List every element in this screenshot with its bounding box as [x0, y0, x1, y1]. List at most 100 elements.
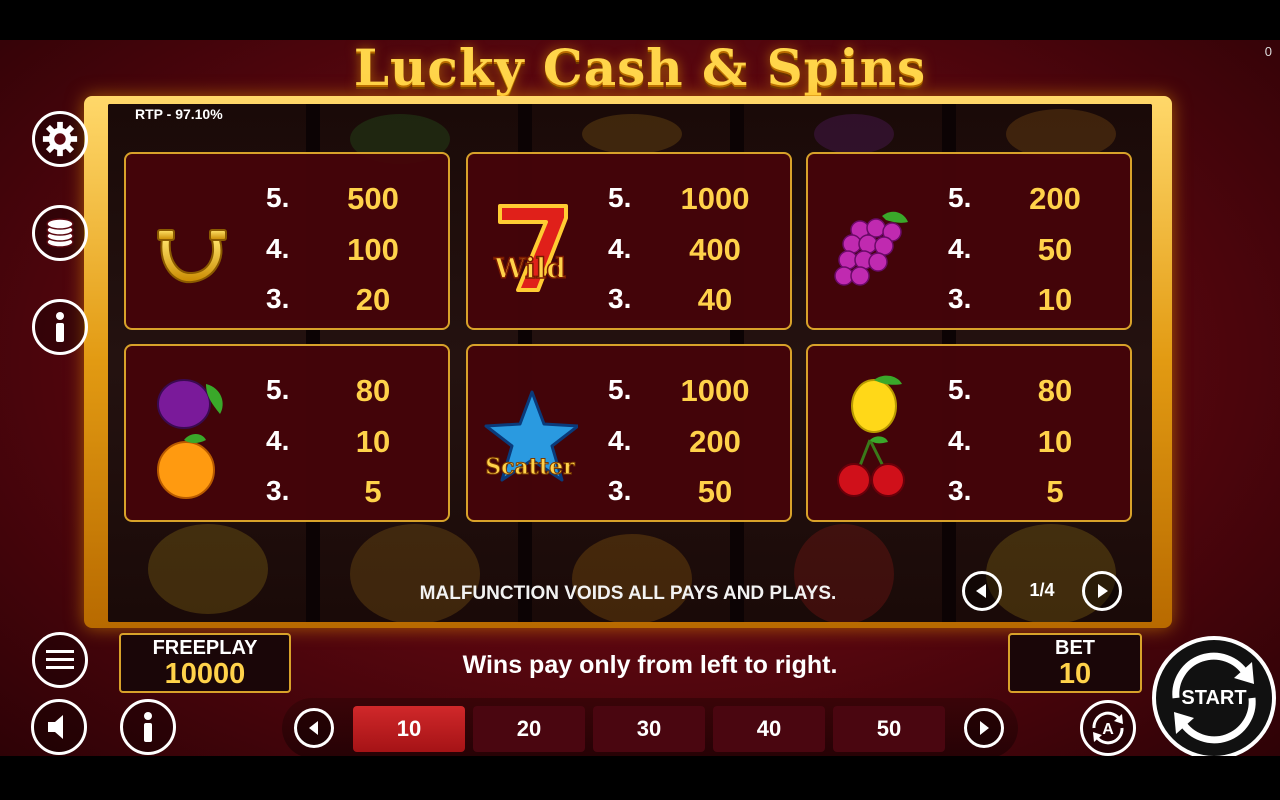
pay-count: 3. — [266, 475, 290, 506]
pay-amount: 80 — [1037, 373, 1073, 408]
bet-option-30[interactable]: 30 — [593, 706, 705, 752]
reel-symbol-ghost — [794, 524, 894, 622]
bet-option-50[interactable]: 50 — [833, 706, 945, 752]
prev-page-button[interactable] — [962, 571, 1002, 611]
pay-row: 5. 80 — [266, 368, 426, 408]
pay-row: 3. 10 — [948, 277, 1108, 317]
pay-amount: 10 — [355, 424, 391, 459]
pay-count: 3. — [948, 475, 972, 506]
triangle-left-icon — [976, 584, 986, 598]
triangle-right-icon — [1098, 584, 1108, 598]
pay-count: 4. — [266, 425, 290, 456]
freeplay-label: FREEPLAY — [152, 637, 258, 659]
pay-amount: 500 — [347, 181, 399, 216]
paytable-box-wild: Wild 5. 1000 4. 400 3. 40 — [466, 152, 792, 330]
pay-row: 5. 500 — [266, 176, 426, 216]
pay-amount: 100 — [347, 232, 399, 267]
pay-row: 3. 5 — [948, 469, 1108, 509]
pay-amount: 80 — [355, 373, 391, 408]
pay-row: 4. 200 — [608, 419, 768, 459]
pay-row: 3. 50 — [608, 469, 768, 509]
paytable-box-plum-orange: 5. 80 4. 10 3. 5 — [124, 344, 450, 522]
coin-stack-icon — [46, 218, 74, 248]
start-label: START — [1181, 687, 1247, 709]
gear-icon — [42, 121, 78, 157]
pay-amount: 200 — [689, 424, 741, 459]
svg-text:A: A — [1102, 721, 1114, 738]
pay-row: 3. 20 — [266, 277, 426, 317]
pay-amount: 1000 — [680, 181, 750, 216]
wild-text: Wild — [493, 252, 566, 285]
pay-row: 3. 5 — [266, 469, 426, 509]
pay-count: 5. — [608, 374, 632, 405]
pay-count: 4. — [948, 425, 972, 456]
game-info-button[interactable] — [120, 699, 176, 755]
info-button[interactable] — [32, 299, 88, 355]
bet-label: BET — [1055, 637, 1095, 659]
paytable-box-scatter: Scatter 5. 1000 4. 200 3. 50 — [466, 344, 792, 522]
pay-count: 4. — [266, 233, 290, 264]
pay-count: 3. — [948, 283, 972, 314]
lemon-cherries-icon — [837, 375, 905, 497]
settings-button[interactable] — [32, 111, 88, 167]
scatter-text: Scatter — [485, 454, 575, 480]
bet-value: 10 — [1058, 658, 1092, 690]
pay-amount: 10 — [1037, 282, 1073, 317]
pay-amount: 200 — [1029, 181, 1081, 216]
bet-prev-button[interactable] — [294, 708, 334, 748]
pay-count: 3. — [266, 283, 290, 314]
coins-button[interactable] — [32, 205, 88, 261]
pay-row: 4. 10 — [266, 419, 426, 459]
menu-button[interactable] — [32, 632, 88, 688]
info-icon — [144, 712, 152, 742]
page-indicator: 1/4 — [1029, 580, 1055, 600]
paytable-box-horseshoe: 5. 500 4. 100 3. 20 — [124, 152, 450, 330]
pay-count: 4. — [948, 233, 972, 264]
pay-row: 3. 40 — [608, 277, 768, 317]
triangle-right-icon — [980, 721, 989, 735]
pay-amount: 5 — [1046, 474, 1064, 509]
malfunction-notice: MALFUNCTION VOIDS ALL PAYS AND PLAYS. — [419, 583, 837, 604]
pay-count: 5. — [266, 182, 290, 213]
bet-display: BET 10 — [1008, 633, 1142, 693]
freeplay-display: FREEPLAY 10000 — [119, 633, 291, 693]
speaker-icon — [48, 715, 63, 739]
reel-symbol-ghost — [582, 114, 682, 154]
pay-row: 5. 1000 — [608, 368, 768, 408]
pay-count: 3. — [608, 475, 632, 506]
rtp-label: RTP - 97.10% — [135, 106, 223, 122]
start-button[interactable]: START — [1152, 636, 1276, 756]
bet-option-10[interactable]: 10 — [353, 706, 465, 752]
pay-row: 4. 10 — [948, 419, 1108, 459]
pay-row: 4. 100 — [266, 227, 426, 267]
pay-amount: 400 — [689, 232, 741, 267]
pay-amount: 50 — [697, 474, 733, 509]
reel-symbol-ghost — [148, 524, 268, 614]
scatter-star-icon: Scatter — [484, 390, 578, 482]
reel-symbol-ghost — [814, 114, 894, 154]
pay-amount: 20 — [355, 282, 391, 317]
pay-count: 4. — [608, 233, 632, 264]
autoplay-icon: A — [1092, 711, 1124, 745]
pay-amount: 10 — [1037, 424, 1073, 459]
info-icon — [56, 312, 64, 342]
pay-row: 5. 1000 — [608, 176, 768, 216]
next-page-button[interactable] — [1082, 571, 1122, 611]
pay-row: 5. 200 — [948, 176, 1108, 216]
bet-option-40[interactable]: 40 — [713, 706, 825, 752]
pay-count: 5. — [608, 182, 632, 213]
sound-button[interactable] — [31, 699, 87, 755]
game-screen: 0 Lucky Cash & Spins RTP - 97.10% 5. 500… — [0, 40, 1280, 756]
autoplay-button[interactable]: A — [1080, 700, 1136, 756]
grapes-icon — [834, 211, 908, 286]
plum-orange-icon — [157, 379, 223, 499]
bet-option-20[interactable]: 20 — [473, 706, 585, 752]
wild-seven-icon: Wild — [492, 204, 568, 292]
bet-next-button[interactable] — [964, 708, 1004, 748]
horseshoe-icon — [157, 229, 227, 284]
pay-row: 5. 80 — [948, 368, 1108, 408]
hamburger-menu-icon — [46, 650, 74, 669]
paytable-box-grapes: 5. 200 4. 50 3. 10 — [806, 152, 1132, 330]
pay-row: 4. 50 — [948, 227, 1108, 267]
pay-amount: 1000 — [680, 373, 750, 408]
